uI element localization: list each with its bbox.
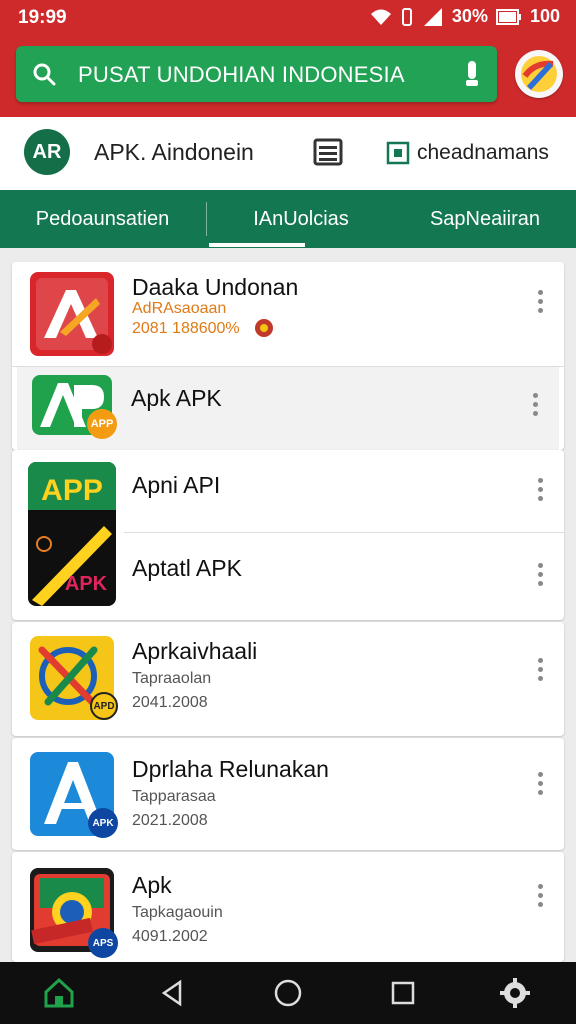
more-options-icon[interactable] [536, 658, 544, 684]
vibrate-icon [401, 7, 412, 26]
app-logo: AR [24, 129, 70, 175]
list-item[interactable]: APP Apk APK [17, 367, 559, 450]
rating-badge-icon [255, 319, 273, 337]
app-badge: APP [87, 409, 117, 439]
app-card: Daaka Undonan AdRAsaoaan 2081 188600% AP… [12, 262, 564, 450]
list-item[interactable]: Aptatl APK [12, 533, 564, 620]
app-name: Dprlaha Relunakan [132, 756, 329, 782]
battery-percent: 30% [451, 6, 488, 26]
app-badge: APS [88, 928, 118, 958]
app-date: 4091.2002 [132, 928, 208, 945]
red-ap-logo-icon [30, 272, 114, 356]
app-name: Aptatl APK [132, 555, 242, 581]
app-date: 2021.2008 [132, 812, 208, 829]
tab-1[interactable]: Pedoaunsatien [0, 190, 205, 248]
signal-icon [423, 7, 442, 26]
app-date: 2041.2008 [132, 694, 208, 711]
avatar[interactable] [515, 50, 563, 98]
active-tab-indicator [209, 243, 305, 247]
app-subtitle: Tapraaolan [132, 670, 212, 687]
more-options-icon[interactable] [536, 563, 544, 589]
list-menu-icon[interactable] [313, 137, 343, 167]
more-options-icon[interactable] [536, 290, 544, 316]
tab-bar: Pedoaunsatien IAnUolcias SapNeaiiran [0, 190, 576, 248]
more-options-icon[interactable] [531, 393, 539, 419]
tab-3[interactable]: SapNeaiiran [394, 190, 576, 248]
app-card: APP APK Apni API Aptatl APK [12, 450, 564, 620]
search-bar[interactable]: PUSAT UNDOHIAN INDONESIA [16, 46, 497, 102]
status-icons: 30% 100 [370, 6, 560, 27]
tab-2[interactable]: IAnUolcias [208, 190, 394, 248]
app-card: APS Apk Tapkagaouin 4091.2002 [12, 852, 564, 962]
more-options-icon[interactable] [536, 884, 544, 910]
recents-icon[interactable] [386, 976, 420, 1010]
app-card: APD Aprkaivhaali Tapraaolan 2041.2008 [12, 622, 564, 736]
tab-divider [206, 202, 207, 236]
home-icon[interactable] [42, 976, 76, 1010]
download-box-icon[interactable] [386, 141, 410, 165]
app-subtitle: Tapparasaa [132, 788, 216, 805]
more-options-icon[interactable] [536, 772, 544, 798]
app-date: 2081 188600% [132, 320, 240, 337]
page-title: APK. Aindonein [94, 139, 254, 165]
status-bar: 19:99 30% 100 [0, 0, 576, 36]
app-name: Aprkaivhaali [132, 638, 258, 664]
top-bar: 19:99 30% 100 PUSAT UNDOHIAN INDONESIA [0, 0, 576, 117]
list-item[interactable]: Apni API [12, 450, 564, 532]
app-subtitle: AdRAsaoaan [132, 300, 227, 317]
pencil-logo-icon [521, 56, 557, 92]
app-name: Apk APK [131, 385, 222, 411]
app-badge: APK [88, 808, 118, 838]
back-icon[interactable] [156, 976, 190, 1010]
app-name: Apni API [132, 472, 221, 498]
app-name: Daaka Undonan [132, 274, 299, 300]
status-time: 19:99 [18, 7, 67, 28]
status-extra: 100 [529, 6, 560, 26]
download-label[interactable]: cheadnamans [417, 141, 549, 165]
search-input[interactable]: PUSAT UNDOHIAN INDONESIA [78, 62, 405, 88]
list-item[interactable]: APD Aprkaivhaali Tapraaolan 2041.2008 [12, 622, 564, 736]
battery-icon [495, 8, 521, 25]
navigation-bar [0, 962, 576, 1024]
wifi-icon [370, 9, 391, 25]
settings-icon[interactable] [498, 976, 532, 1010]
app-subtitle: Tapkagaouin [132, 904, 223, 921]
app-name: Apk [132, 872, 172, 898]
home-circle-icon[interactable] [271, 976, 305, 1010]
mic-icon[interactable] [465, 60, 479, 88]
list-item[interactable]: Daaka Undonan AdRAsaoaan 2081 188600% [12, 262, 564, 366]
list-item[interactable]: APS Apk Tapkagaouin 4091.2002 [12, 852, 564, 962]
list-item[interactable]: APK Dprlaha Relunakan Tapparasaa 2021.20… [12, 738, 564, 850]
app-header: AR APK. Aindonein cheadnamans [0, 117, 576, 190]
more-options-icon[interactable] [536, 478, 544, 504]
app-badge: APD [90, 692, 118, 720]
search-icon [33, 63, 56, 86]
app-card: APK Dprlaha Relunakan Tapparasaa 2021.20… [12, 738, 564, 850]
